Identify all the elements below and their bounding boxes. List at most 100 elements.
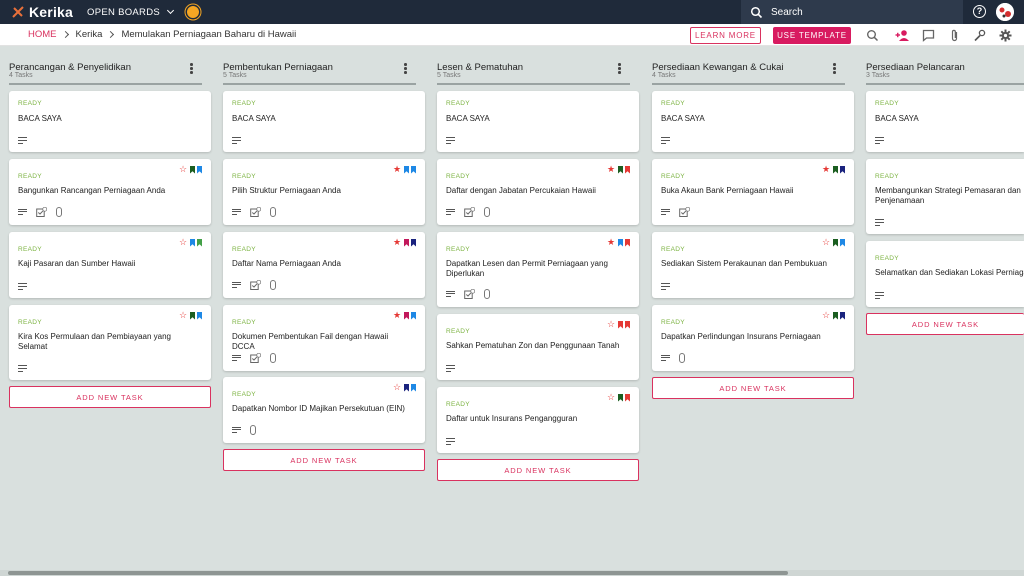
star-outline-icon[interactable]: ☆ [179,311,188,320]
description-icon [661,354,670,362]
task-flags: ☆ [179,165,202,174]
star-outline-icon[interactable]: ☆ [822,311,831,320]
task-flags: ★ [822,165,845,174]
sun-icon[interactable] [187,6,199,18]
open-boards-menu[interactable]: OPEN BOARDS [87,7,175,18]
more-vert-icon[interactable] [618,63,621,74]
bookmark-icon [840,165,845,174]
more-vert-icon[interactable] [190,63,193,74]
star-icon[interactable]: ★ [607,165,616,174]
add-new-task-button[interactable]: ADD NEW TASK [652,377,854,399]
task-card[interactable]: ☆ READY Bangunkan Rancangan Perniagaan A… [9,159,211,225]
task-flags: ★ [393,165,416,174]
description-icon [232,354,241,362]
more-vert-icon[interactable] [404,63,407,74]
column-pembentukan: Pembentukan Perniagaan 5 Tasks [214,46,416,86]
bookmark-icon [625,320,630,329]
star-outline-icon[interactable]: ☆ [607,320,616,329]
status-label: READY [446,328,470,335]
description-icon [18,137,27,144]
task-card[interactable]: ★ READY Dokumen Pembentukan Fail dengan … [223,305,425,371]
star-icon[interactable]: ★ [393,311,402,320]
task-card[interactable]: ☆ READY Sediakan Sistem Perakaunan dan P… [652,232,854,298]
task-title: Daftar Nama Perniagaan Anda [232,259,341,268]
breadcrumb-item-kerika[interactable]: Kerika [76,29,103,40]
task-card[interactable]: ☆ READY Dapatkan Perlindungan Insurans P… [652,305,854,371]
kerika-logo[interactable]: Kerika [11,4,73,20]
status-label: READY [446,246,470,253]
task-card[interactable]: ☆ READY Kira Kos Permulaan dan Pembiayaa… [9,305,211,380]
task-card[interactable]: ★ READY Daftar Nama Perniagaan Anda [223,232,425,298]
wrench-icon[interactable] [973,29,986,42]
status-label: READY [875,173,899,180]
task-card[interactable]: ☆ READY Sahkan Pematuhan Zon dan Penggun… [437,314,639,380]
task-card[interactable]: ★ READY Dapatkan Lesen dan Permit Pernia… [437,232,639,307]
search-placeholder: Search [771,6,803,18]
star-outline-icon[interactable]: ☆ [607,393,616,402]
add-new-task-button[interactable]: ADD NEW TASK [866,313,1024,335]
status-label: READY [661,100,685,107]
star-outline-icon[interactable]: ☆ [822,238,831,247]
star-icon[interactable]: ★ [607,238,616,247]
task-flags: ☆ [607,393,630,402]
star-icon[interactable]: ★ [393,238,402,247]
user-avatar[interactable] [996,3,1014,21]
task-card[interactable]: ☆ READY Daftar untuk Insurans Penganggur… [437,387,639,453]
task-card[interactable]: ★ READY Pilih Struktur Perniagaan Anda [223,159,425,225]
task-title: BACA SAYA [661,114,705,123]
bookmark-icon [404,238,409,247]
task-card[interactable]: READY BACA SAYA [652,91,854,152]
search-box[interactable]: Search [741,0,963,24]
use-template-button[interactable]: USE TEMPLATE [773,27,851,44]
description-icon [446,438,455,445]
star-outline-icon[interactable]: ☆ [179,238,188,247]
task-title: Kaji Pasaran dan Sumber Hawaii [18,259,136,268]
bookmark-icon [840,311,845,320]
star-outline-icon[interactable]: ☆ [179,165,188,174]
description-icon [18,365,27,372]
scrollbar-thumb[interactable] [8,571,788,575]
star-outline-icon[interactable]: ☆ [393,383,402,392]
more-vert-icon[interactable] [833,63,836,74]
search-icon[interactable] [866,29,879,42]
chat-icon[interactable] [922,29,935,42]
description-icon [232,426,241,434]
checklist-icon [250,207,261,217]
status-label: READY [875,100,899,107]
column-kewangan: Persediaan Kewangan & Cukai 4 Tasks [643,46,845,86]
star-icon[interactable]: ★ [393,165,402,174]
add-new-task-button[interactable]: ADD NEW TASK [223,449,425,471]
task-card[interactable]: ☆ READY Dapatkan Nombor ID Majikan Perse… [223,377,425,443]
task-title: BACA SAYA [232,114,276,123]
learn-more-button[interactable]: LEARN MORE [690,27,761,44]
task-card[interactable]: ★ READY Buka Akaun Bank Perniagaan Hawai… [652,159,854,225]
star-icon[interactable]: ★ [822,165,831,174]
status-label: READY [232,100,256,107]
description-icon [446,208,455,216]
attachment-icon [250,425,256,435]
task-card[interactable]: READY Membangunkan Strategi Pemasaran da… [866,159,1024,234]
add-new-task-button[interactable]: ADD NEW TASK [9,386,211,408]
task-card[interactable]: ☆ READY Kaji Pasaran dan Sumber Hawaii [9,232,211,298]
task-card[interactable]: READY BACA SAYA [866,91,1024,152]
task-card[interactable]: READY BACA SAYA [9,91,211,152]
help-icon[interactable]: ? [973,5,986,18]
status-label: READY [232,173,256,180]
description-icon [661,208,670,216]
status-label: READY [661,319,685,326]
task-card[interactable]: READY BACA SAYA [437,91,639,152]
task-card[interactable]: READY Selamatkan dan Sediakan Lokasi Per… [866,241,1024,307]
bookmark-icon [625,393,630,402]
column-task-count: 5 Tasks [223,72,247,79]
attachment-icon[interactable] [948,29,961,42]
breadcrumb-home[interactable]: HOME [28,29,57,40]
add-person-icon[interactable] [895,29,910,42]
description-icon [232,137,241,144]
add-new-task-button[interactable]: ADD NEW TASK [437,459,639,481]
gear-icon[interactable] [999,29,1012,42]
task-card[interactable]: ★ READY Daftar dengan Jabatan Percukaian… [437,159,639,225]
horizontal-scrollbar[interactable] [0,570,1024,576]
task-card[interactable]: READY BACA SAYA [223,91,425,152]
status-label: READY [661,173,685,180]
breadcrumb: HOME Kerika Memulakan Perniagaan Baharu … [0,29,296,40]
